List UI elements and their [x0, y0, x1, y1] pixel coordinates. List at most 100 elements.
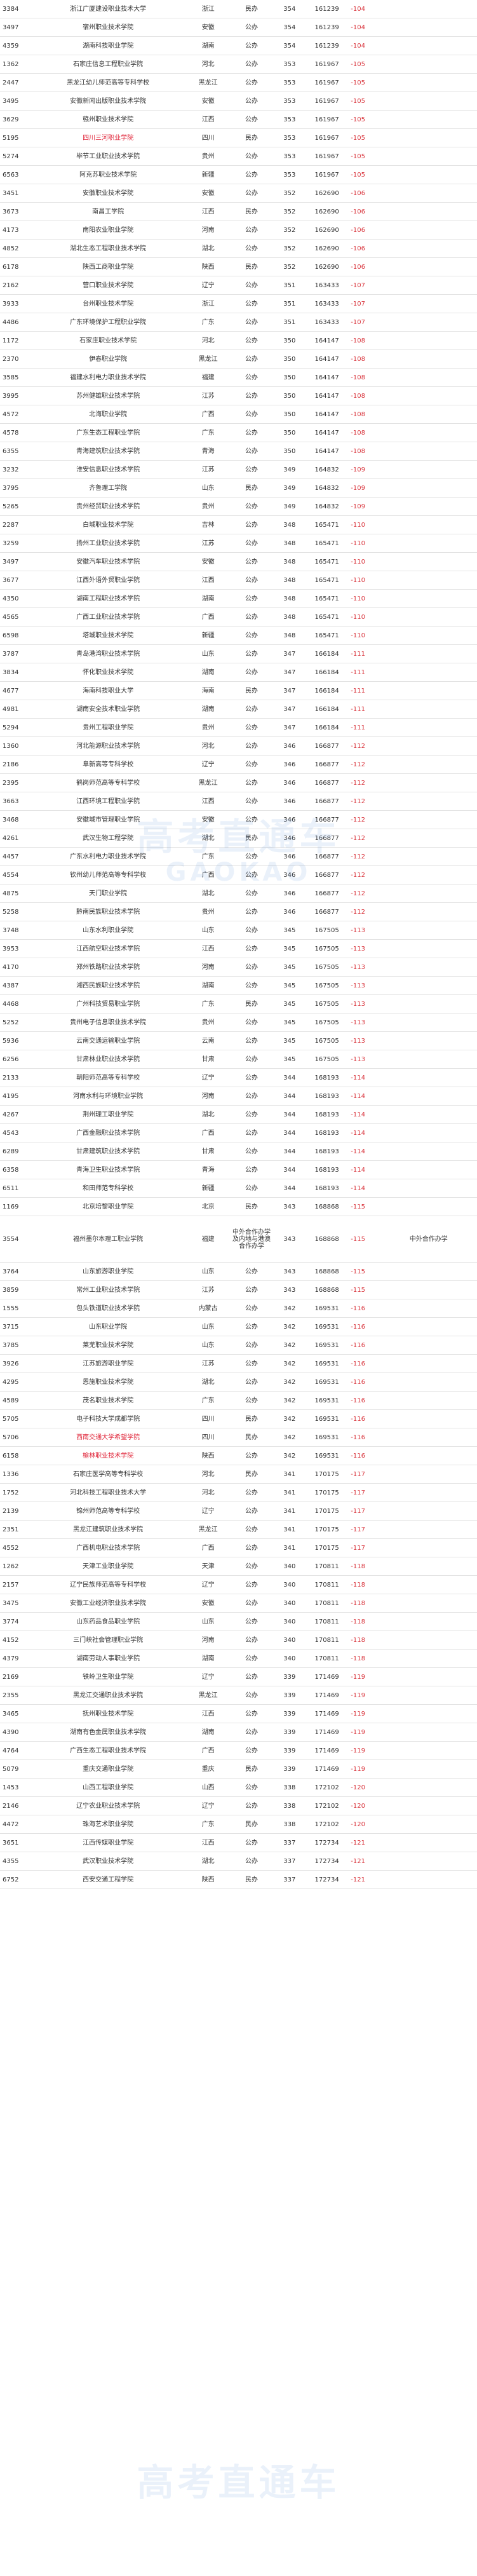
school-code: 6358	[0, 1160, 30, 1179]
min-rank: 171469	[306, 1759, 349, 1779]
min-rank: 171469	[306, 1723, 349, 1742]
school-name: 四川三河职业学院	[29, 128, 187, 147]
min-rank: 169531	[306, 1391, 349, 1410]
school-name: 营口职业技术学院	[29, 276, 187, 295]
table-row: 3475 安徽工业经济职业技术学院 安徽 公办 340 170811 -118	[0, 1594, 477, 1613]
score-diff: -114	[348, 1068, 380, 1087]
province: 湖南	[187, 700, 230, 719]
school-name: 黔南民族职业技术学院	[29, 902, 187, 921]
min-score: 346	[273, 810, 306, 829]
table-row: 3259 扬州工业职业技术学院 江苏 公办 348 165471 -110	[0, 534, 477, 553]
min-rank: 172102	[306, 1815, 349, 1834]
note	[380, 239, 477, 258]
province: 湖北	[187, 1373, 230, 1392]
min-score: 345	[273, 958, 306, 977]
note	[380, 1031, 477, 1050]
school-code: 5294	[0, 718, 30, 737]
min-score: 339	[273, 1704, 306, 1723]
note	[380, 73, 477, 92]
min-score: 340	[273, 1594, 306, 1613]
note	[380, 552, 477, 571]
school-code: 5274	[0, 147, 30, 166]
score-diff: -104	[348, 0, 380, 18]
school-name: 黑龙江交通职业技术学院	[29, 1686, 187, 1705]
school-code: 5705	[0, 1409, 30, 1428]
min-rank: 170175	[306, 1483, 349, 1502]
school-code: 3995	[0, 386, 30, 405]
school-name: 广西工业职业技术学院	[29, 607, 187, 627]
score-diff: -121	[348, 1852, 380, 1871]
province: 广西	[187, 865, 230, 885]
note	[380, 939, 477, 958]
school-name: 武汉职业技术学院	[29, 1852, 187, 1871]
note	[380, 1068, 477, 1087]
province: 河北	[187, 1483, 230, 1502]
admission-score-table: 3384 浙江广厦建设职业技术大学 浙江 民办 354 161239 -104 3497 宿州职…	[0, 0, 477, 1889]
table-row: 4390 湖南有色金属职业技术学院 湖南 公办 339 171469 -119	[0, 1723, 477, 1742]
school-name: 荆州理工职业学院	[29, 1105, 187, 1124]
min-rank: 166184	[306, 663, 349, 682]
note	[380, 1759, 477, 1779]
school-type: 公办	[229, 165, 274, 184]
school-type: 公办	[229, 718, 274, 737]
province: 安徽	[187, 92, 230, 111]
min-rank: 169531	[306, 1428, 349, 1447]
min-score: 351	[273, 276, 306, 295]
table-row: 1362 石家庄信息工程职业学院 河北 公办 353 161967 -105	[0, 55, 477, 74]
score-diff: -118	[348, 1594, 380, 1613]
note	[380, 1778, 477, 1797]
table-row: 3495 安徽新闻出版职业技术学院 安徽 公办 353 161967 -105	[0, 92, 477, 111]
min-score: 342	[273, 1317, 306, 1336]
school-name: 台州职业技术学院	[29, 294, 187, 313]
school-type: 公办	[229, 736, 274, 756]
province: 北京	[187, 1197, 230, 1216]
province: 重庆	[187, 1759, 230, 1779]
province: 河南	[187, 1087, 230, 1106]
score-diff: -112	[348, 902, 380, 921]
note	[380, 460, 477, 479]
school-name: 青海建筑职业技术学院	[29, 442, 187, 461]
min-rank: 168868	[306, 1262, 349, 1281]
school-code: 4390	[0, 1723, 30, 1742]
min-score: 346	[273, 829, 306, 848]
min-score: 352	[273, 220, 306, 240]
min-score: 352	[273, 184, 306, 203]
province: 湖南	[187, 1723, 230, 1742]
province: 湖南	[187, 1649, 230, 1668]
note	[380, 1575, 477, 1594]
min-rank: 165471	[306, 571, 349, 590]
note	[380, 1280, 477, 1299]
note	[380, 202, 477, 221]
table-row: 2146 辽宁农业职业技术学院 辽宁 公办 338 172102 -120	[0, 1796, 477, 1815]
province: 广西	[187, 607, 230, 627]
table-row: 3554 福州墨尔本理工职业学院 福建 中外合作办学及内地与港澳合作办学 343 1688…	[0, 1216, 477, 1263]
school-name: 安徽汽车职业技术学院	[29, 552, 187, 571]
school-name: 重庆交通职业学院	[29, 1759, 187, 1779]
score-diff: -121	[348, 1833, 380, 1852]
school-type: 公办	[229, 976, 274, 995]
school-name: 钦州幼儿师范高等专科学校	[29, 865, 187, 885]
table-row: 6752 西安交通工程学院 陕西 民办 337 172734 -121	[0, 1870, 477, 1889]
school-code: 3859	[0, 1280, 30, 1299]
min-rank: 164832	[306, 497, 349, 516]
province: 江西	[187, 1704, 230, 1723]
province: 吉林	[187, 515, 230, 534]
min-rank: 166184	[306, 681, 349, 700]
school-type: 民办	[229, 1409, 274, 1428]
min-score: 352	[273, 239, 306, 258]
school-name: 苏州健雄职业技术学院	[29, 386, 187, 405]
min-rank: 165471	[306, 626, 349, 645]
province: 湖南	[187, 663, 230, 682]
score-diff: -112	[348, 884, 380, 903]
school-code: 3748	[0, 921, 30, 940]
table-row: 6563 阿克苏职业技术学院 新疆 公办 353 161967 -105	[0, 165, 477, 184]
table-row: 5195 四川三河职业学院 四川 民办 353 161967 -105	[0, 128, 477, 147]
school-type: 公办	[229, 921, 274, 940]
province: 广西	[187, 1538, 230, 1557]
school-type: 公办	[229, 368, 274, 387]
score-diff: -117	[348, 1483, 380, 1502]
province: 安徽	[187, 810, 230, 829]
table-row: 4472 珠海艺术职业学院 广东 民办 338 172102 -120	[0, 1815, 477, 1834]
min-rank: 168193	[306, 1105, 349, 1124]
score-diff: -112	[348, 847, 380, 866]
